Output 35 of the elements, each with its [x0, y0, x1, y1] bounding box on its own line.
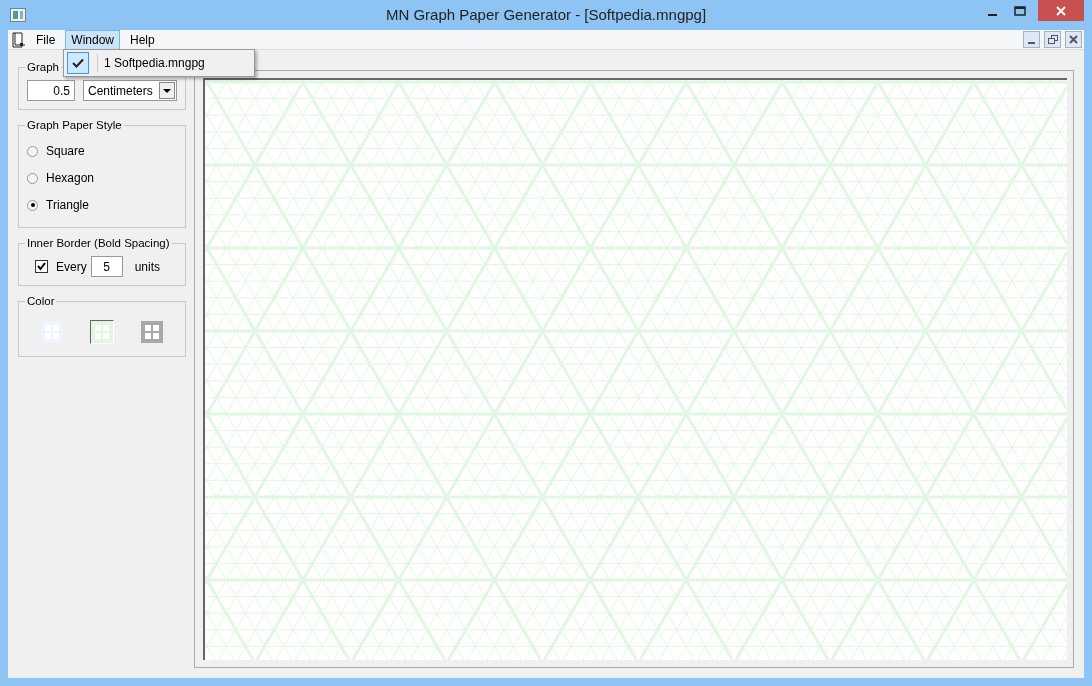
- menu-item[interactable]: File: [30, 29, 62, 50]
- spacing-field[interactable]: 5: [90, 256, 123, 277]
- radio-label[interactable]: Square: [46, 142, 85, 160]
- radio-label[interactable]: Triangle: [46, 196, 89, 214]
- minimize-icon: [987, 13, 997, 16]
- child-close-button[interactable]: [1065, 31, 1082, 48]
- maximize-icon: [1014, 5, 1026, 16]
- color-swatch[interactable]: [140, 320, 164, 344]
- child-minimize-button[interactable]: [1023, 31, 1040, 48]
- window-title: MN Graph Paper Generator - [Softpedia.mngpg]: [385, 4, 707, 25]
- close-icon: [1069, 35, 1078, 44]
- group-title: Inner Border (Bold Spacing): [26, 236, 171, 250]
- close-icon: [1055, 5, 1067, 16]
- size-field[interactable]: 0.5: [27, 80, 75, 101]
- close-button[interactable]: [1038, 0, 1084, 21]
- grid-icon: [141, 321, 163, 343]
- minimize-icon: [1028, 41, 1035, 44]
- checkbox[interactable]: [35, 260, 48, 273]
- color-swatch[interactable]: [90, 320, 114, 344]
- radio-label[interactable]: Hexagon: [46, 169, 95, 187]
- group-title: Graph: [26, 60, 60, 74]
- child-restore-button[interactable]: [1044, 31, 1061, 48]
- radio-button[interactable]: [27, 199, 38, 211]
- radio-button[interactable]: [27, 145, 38, 157]
- group-title: Graph Paper Style: [26, 118, 123, 132]
- grid-icon: [91, 321, 113, 343]
- checkbox-label[interactable]: Every: [56, 257, 87, 276]
- menu-item[interactable]: Window: [65, 29, 121, 50]
- app-icon: [10, 8, 26, 22]
- unit-dropdown[interactable]: Centimeters: [83, 80, 177, 101]
- restore-icon: [1047, 34, 1058, 45]
- group-title: Color: [26, 294, 56, 308]
- menu-item[interactable]: Help: [124, 29, 161, 50]
- units-label: units: [134, 258, 161, 276]
- radio-button[interactable]: [27, 172, 38, 184]
